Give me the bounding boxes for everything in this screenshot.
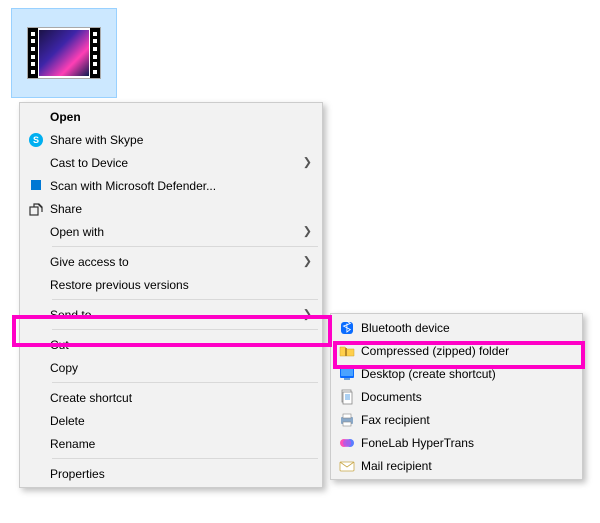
- mail-icon: [333, 458, 361, 474]
- menu-item-properties[interactable]: Properties: [22, 462, 320, 485]
- menu-separator: [52, 246, 318, 247]
- menu-item-cast[interactable]: Cast to Device ❯: [22, 151, 320, 174]
- submenu-label: Compressed (zipped) folder: [361, 344, 580, 358]
- submenu-label: Desktop (create shortcut): [361, 367, 580, 381]
- svg-text:S: S: [33, 135, 39, 145]
- menu-item-open[interactable]: Open: [22, 105, 320, 128]
- menu-label: Open: [50, 110, 320, 124]
- zip-folder-icon: [333, 343, 361, 359]
- share-icon: [22, 201, 50, 217]
- submenu-label: Documents: [361, 390, 580, 404]
- menu-item-create-shortcut[interactable]: Create shortcut: [22, 386, 320, 409]
- submenu-arrow-icon: ❯: [303, 226, 312, 237]
- shield-icon: [22, 178, 50, 194]
- menu-separator: [52, 382, 318, 383]
- menu-item-send-to[interactable]: Send to ❯: [22, 303, 320, 326]
- menu-separator: [52, 299, 318, 300]
- send-to-submenu: Bluetooth device Compressed (zipped) fol…: [330, 313, 583, 480]
- menu-label: Properties: [50, 467, 320, 481]
- menu-label: Open with: [50, 225, 320, 239]
- menu-label: Cast to Device: [50, 156, 320, 170]
- submenu-label: Bluetooth device: [361, 321, 580, 335]
- skype-icon: S: [22, 132, 50, 148]
- menu-label: Send to: [50, 308, 320, 322]
- fonelab-icon: [333, 435, 361, 451]
- menu-label: Delete: [50, 414, 320, 428]
- submenu-item-documents[interactable]: Documents: [333, 385, 580, 408]
- submenu-arrow-icon: ❯: [303, 256, 312, 267]
- selected-video-file[interactable]: [11, 8, 117, 98]
- video-thumbnail: [27, 27, 101, 79]
- fax-icon: [333, 412, 361, 428]
- submenu-item-bluetooth[interactable]: Bluetooth device: [333, 316, 580, 339]
- submenu-arrow-icon: ❯: [303, 309, 312, 320]
- menu-item-delete[interactable]: Delete: [22, 409, 320, 432]
- bluetooth-icon: [333, 320, 361, 336]
- menu-item-give-access[interactable]: Give access to ❯: [22, 250, 320, 273]
- menu-item-share[interactable]: Share: [22, 197, 320, 220]
- submenu-arrow-icon: ❯: [303, 157, 312, 168]
- submenu-label: Fax recipient: [361, 413, 580, 427]
- menu-label: Create shortcut: [50, 391, 320, 405]
- menu-item-restore[interactable]: Restore previous versions: [22, 273, 320, 296]
- desktop-icon: [333, 366, 361, 382]
- menu-label: Give access to: [50, 255, 320, 269]
- menu-item-scan-defender[interactable]: Scan with Microsoft Defender...: [22, 174, 320, 197]
- submenu-item-desktop[interactable]: Desktop (create shortcut): [333, 362, 580, 385]
- menu-item-open-with[interactable]: Open with ❯: [22, 220, 320, 243]
- menu-separator: [52, 329, 318, 330]
- menu-label: Cut: [50, 338, 320, 352]
- menu-label: Restore previous versions: [50, 278, 320, 292]
- menu-item-cut[interactable]: Cut: [22, 333, 320, 356]
- menu-item-rename[interactable]: Rename: [22, 432, 320, 455]
- submenu-item-mail[interactable]: Mail recipient: [333, 454, 580, 477]
- menu-item-share-skype[interactable]: S Share with Skype: [22, 128, 320, 151]
- submenu-item-fonelab[interactable]: FoneLab HyperTrans: [333, 431, 580, 454]
- menu-label: Share with Skype: [50, 133, 320, 147]
- submenu-label: Mail recipient: [361, 459, 580, 473]
- submenu-item-fax[interactable]: Fax recipient: [333, 408, 580, 431]
- menu-label: Copy: [50, 361, 320, 375]
- menu-item-copy[interactable]: Copy: [22, 356, 320, 379]
- submenu-item-zip[interactable]: Compressed (zipped) folder: [333, 339, 580, 362]
- menu-label: Rename: [50, 437, 320, 451]
- context-menu: Open S Share with Skype Cast to Device ❯…: [19, 102, 323, 488]
- menu-separator: [52, 458, 318, 459]
- submenu-label: FoneLab HyperTrans: [361, 436, 580, 450]
- menu-label: Scan with Microsoft Defender...: [50, 179, 320, 193]
- documents-icon: [333, 389, 361, 405]
- menu-label: Share: [50, 202, 320, 216]
